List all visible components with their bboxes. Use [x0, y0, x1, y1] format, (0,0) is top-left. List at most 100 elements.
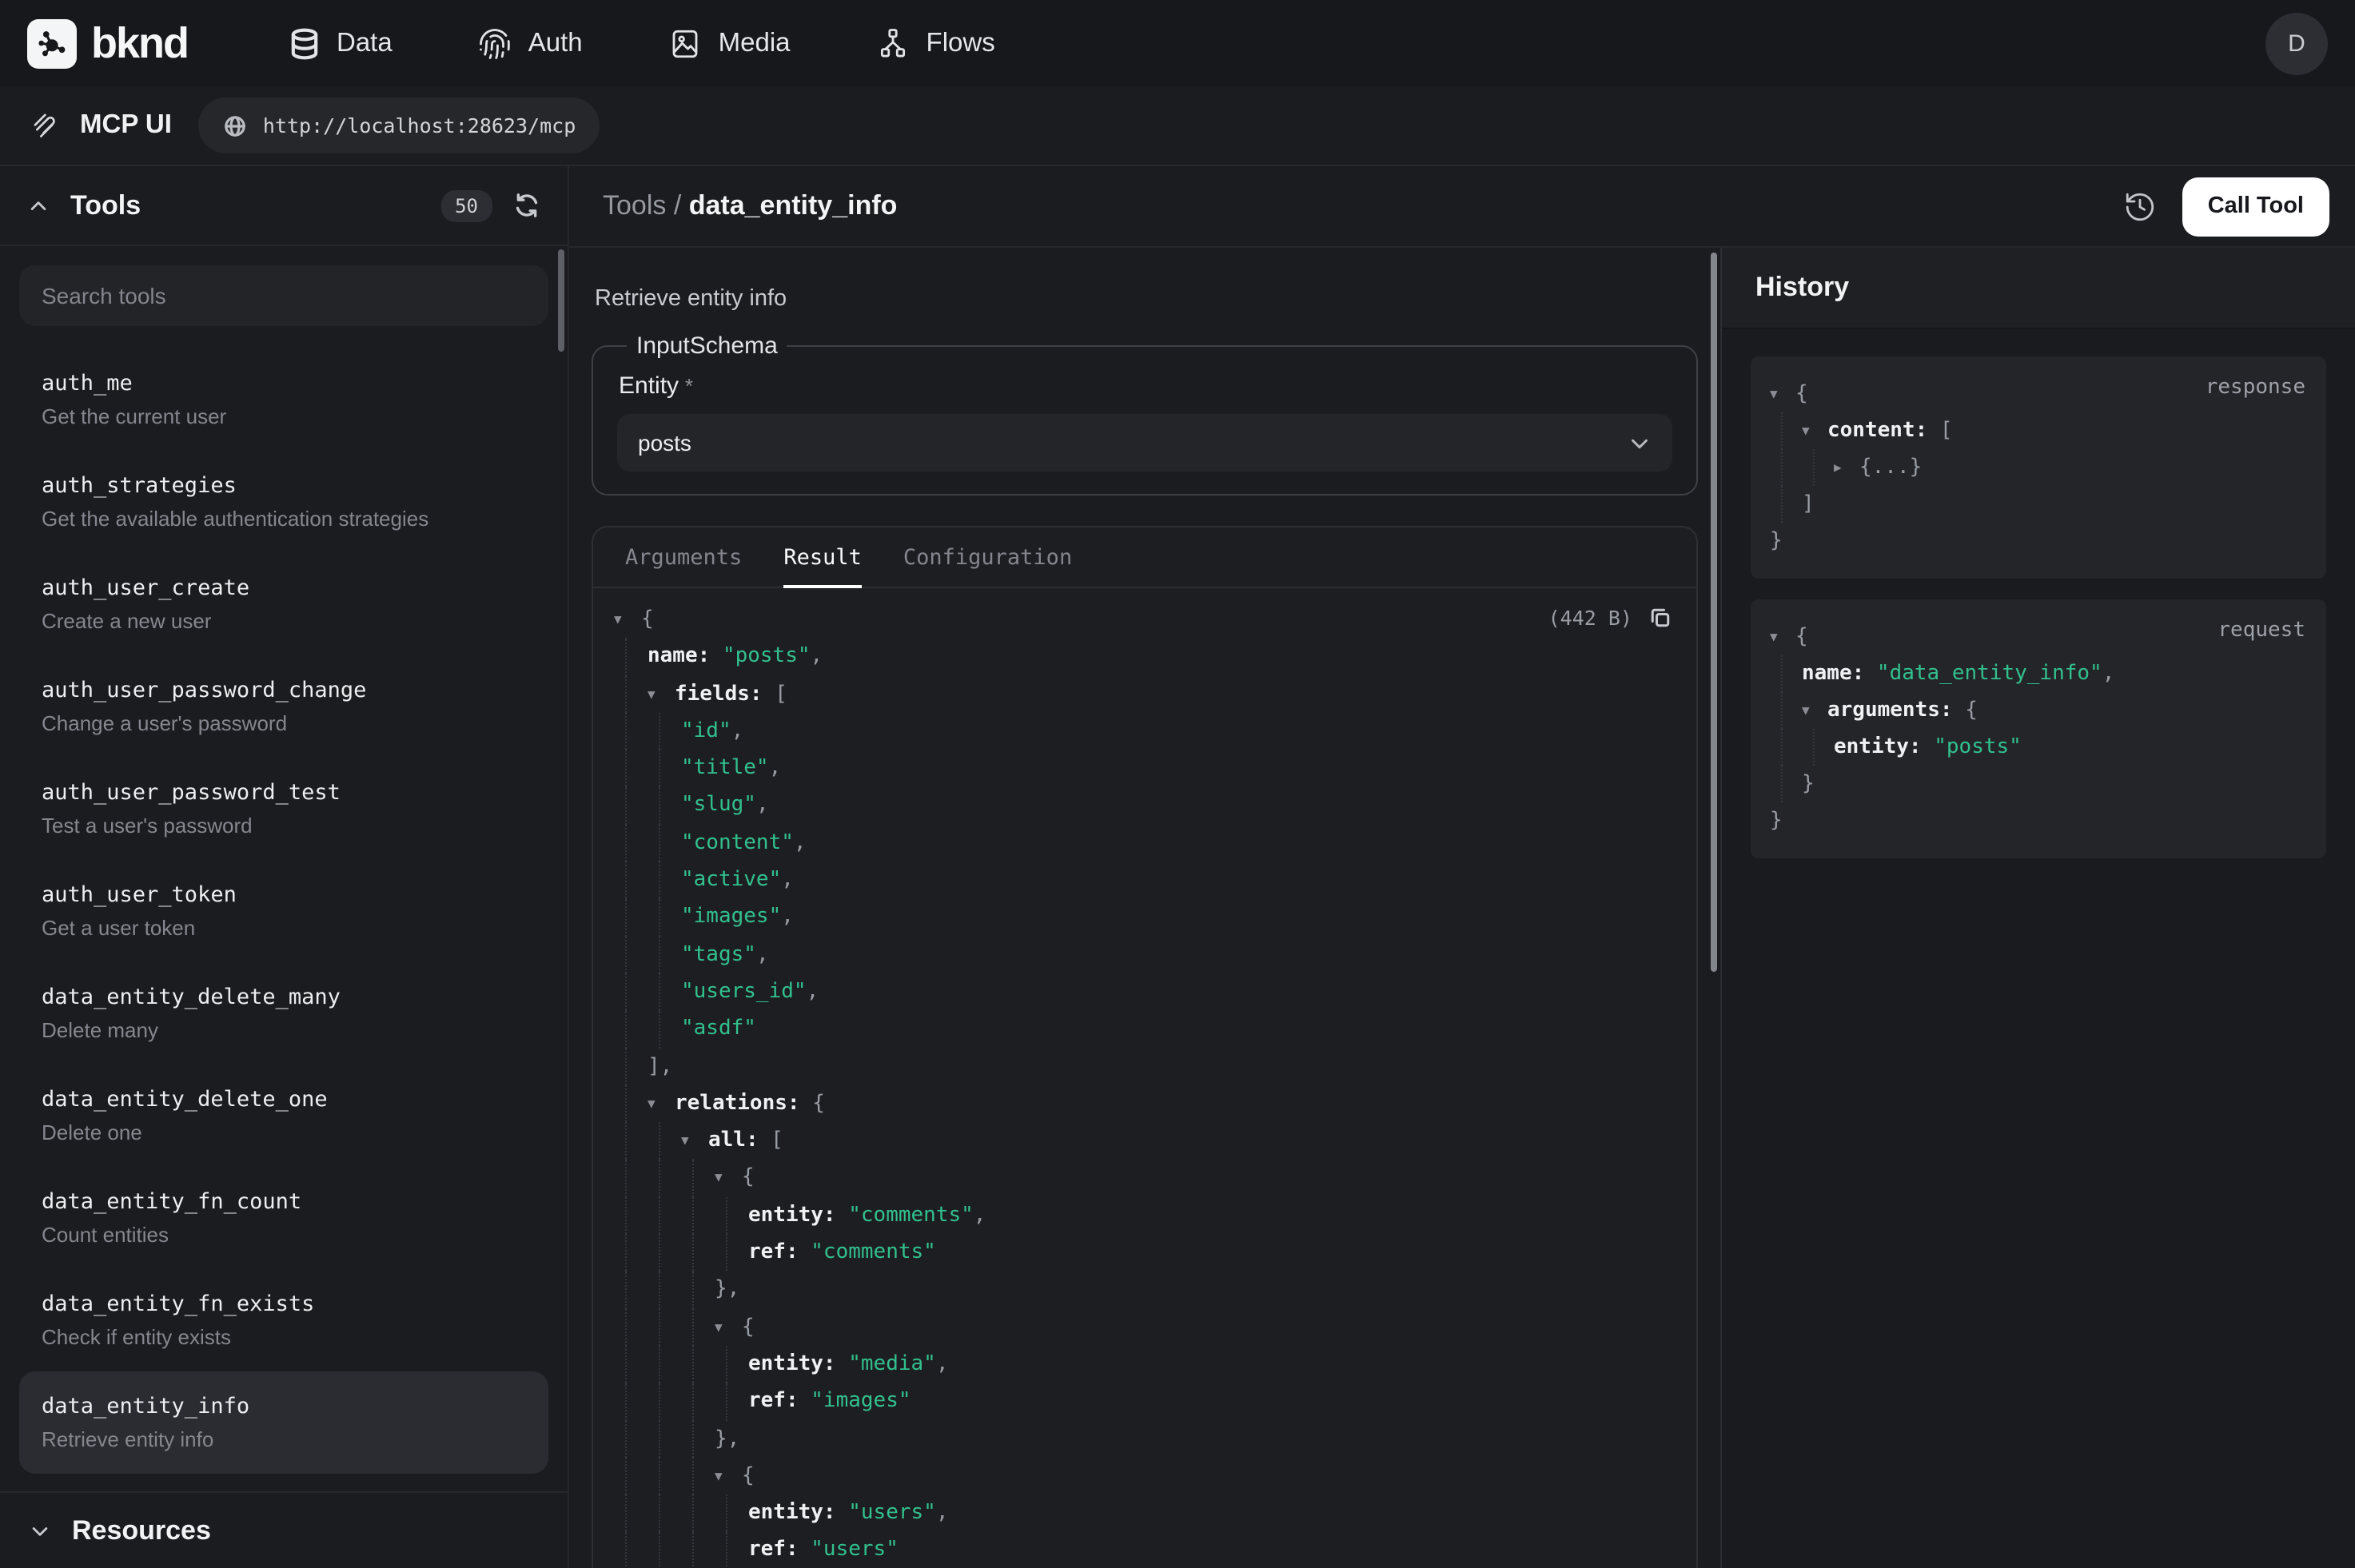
nav-item-auth[interactable]: Auth — [479, 26, 583, 60]
history-entry-response[interactable]: response▼{▼content: [▶{...}]} — [1751, 356, 2326, 579]
json-token: "users_id" — [681, 973, 807, 1011]
top-nav: bknd Data Auth Media — [0, 0, 2355, 86]
sidebar-scrollbar[interactable] — [558, 249, 564, 352]
indent-guide — [648, 1383, 681, 1420]
tool-name: data_entity_fn_count — [42, 1186, 526, 1218]
tool-list-item[interactable]: data_entity_delete_many Delete many — [19, 962, 548, 1065]
json-line: "tags", — [614, 936, 1674, 973]
tools-section-title: Tools — [70, 189, 420, 221]
tool-list-item[interactable]: data_entity_fn_count Count entities — [19, 1167, 548, 1269]
history-clock-icon[interactable] — [2123, 189, 2157, 223]
indent-guide — [614, 1272, 648, 1309]
json-token: ref: — [748, 1234, 799, 1272]
tools-section-header[interactable]: Tools 50 — [0, 166, 568, 246]
tool-description: Delete one — [42, 1119, 526, 1148]
nav-item-data[interactable]: Data — [287, 26, 392, 60]
json-line: "slug", — [614, 787, 1674, 825]
tab-configuration[interactable]: Configuration — [883, 527, 1093, 587]
json-line: "images", — [614, 899, 1674, 937]
copy-icon[interactable] — [1648, 606, 1672, 630]
database-icon — [287, 26, 321, 60]
collapse-toggle-icon[interactable]: ▼ — [614, 601, 641, 639]
json-token: , — [936, 1494, 949, 1532]
refresh-icon[interactable] — [513, 192, 540, 219]
collapse-toggle-icon[interactable]: ▼ — [1802, 692, 1827, 729]
collapse-toggle-icon[interactable]: ▼ — [715, 1458, 742, 1495]
history-entry-type-label: response — [2206, 376, 2305, 400]
main-scrollbar[interactable] — [1711, 253, 1717, 972]
indent-guide — [648, 973, 681, 1011]
tool-list: auth_me Get the current user auth_strate… — [0, 336, 568, 1491]
nav-item-media[interactable]: Media — [669, 26, 791, 60]
tool-detail-header: Tools / data_entity_info Call Tool — [569, 166, 2355, 248]
search-input[interactable] — [19, 265, 548, 326]
collapse-toggle-icon[interactable]: ▼ — [715, 1308, 742, 1346]
indent-guide — [614, 1494, 648, 1532]
indent-guide — [614, 1048, 648, 1085]
json-token: arguments: — [1827, 692, 1953, 729]
breadcrumb-section[interactable]: Tools — [603, 190, 666, 221]
indent-guide — [1770, 486, 1802, 523]
json-token: [ — [759, 1122, 783, 1160]
tools-search — [0, 246, 568, 336]
collapse-toggle-icon[interactable]: ▼ — [1802, 412, 1827, 449]
json-token: "content" — [681, 825, 794, 862]
workflow-icon — [877, 26, 911, 60]
collapse-toggle-icon[interactable]: ▼ — [1770, 376, 1795, 412]
indent-guide — [1770, 729, 1802, 766]
json-line: name: "data_entity_info", — [1770, 655, 2307, 692]
collapse-toggle-icon[interactable]: ▼ — [648, 675, 675, 713]
json-line: ▼all: [ — [614, 1122, 1674, 1160]
indent-guide — [681, 1308, 715, 1346]
resources-section-header[interactable]: Resources — [0, 1491, 568, 1568]
json-token: , — [811, 639, 823, 676]
json-line: ], — [614, 1048, 1674, 1085]
tool-list-item[interactable]: data_entity_delete_one Delete one — [19, 1065, 548, 1167]
nav-item-flows[interactable]: Flows — [877, 26, 995, 60]
indent-guide — [648, 899, 681, 937]
tool-list-item[interactable]: data_entity_fn_exists Check if entity ex… — [19, 1269, 548, 1371]
tool-list-item[interactable]: auth_user_token Get a user token — [19, 860, 548, 962]
tabs: Arguments Result Configuration — [593, 527, 1696, 588]
mcp-url-chip[interactable]: http://localhost:28623/mcp — [199, 98, 600, 153]
json-token: "title" — [681, 750, 769, 787]
tool-list-item[interactable]: auth_strategies Get the available authen… — [19, 451, 548, 553]
chevron-up-icon[interactable] — [27, 194, 50, 217]
json-token: entity: — [748, 1494, 836, 1532]
nav-label: Media — [719, 28, 791, 58]
collapse-toggle-icon[interactable]: ▼ — [715, 1160, 742, 1197]
mcp-title: MCP UI — [30, 109, 172, 141]
history-entry-request[interactable]: request▼{name: "data_entity_info",▼argum… — [1751, 599, 2326, 858]
indent-guide — [1802, 729, 1834, 766]
fingerprint-icon — [479, 26, 512, 60]
json-line: }, — [614, 1420, 1674, 1458]
tool-list-item[interactable]: auth_user_password_change Change a user'… — [19, 655, 548, 758]
tool-description: Change a user's password — [42, 710, 526, 738]
json-line: ▼{ — [614, 1458, 1674, 1495]
collapse-toggle-icon[interactable]: ▼ — [648, 1085, 675, 1123]
json-token: "id" — [681, 713, 731, 750]
tool-list-item[interactable]: auth_user_create Create a new user — [19, 553, 548, 655]
collapse-toggle-icon[interactable]: ▼ — [681, 1122, 708, 1160]
indent-guide — [1770, 692, 1802, 729]
json-token: { — [742, 1308, 755, 1346]
indent-guide — [614, 1160, 648, 1197]
tool-list-item[interactable]: auth_user_password_test Test a user's pa… — [19, 758, 548, 860]
chevron-down-icon — [29, 1520, 51, 1542]
tab-arguments[interactable]: Arguments — [604, 527, 763, 587]
tab-result[interactable]: Result — [763, 527, 883, 587]
brand-logo[interactable]: bknd — [27, 18, 188, 68]
json-token: "posts" — [710, 639, 810, 676]
tool-list-item[interactable]: auth_me Get the current user — [19, 348, 548, 451]
user-avatar[interactable]: D — [2265, 12, 2328, 74]
expand-toggle-icon[interactable]: ▶ — [1834, 449, 1859, 486]
tool-detail-panel: Retrieve entity info InputSchema Entity*… — [569, 248, 1722, 1568]
tool-list-item[interactable]: data_entity_info Retrieve entity info — [19, 1371, 548, 1474]
resources-section-title: Resources — [72, 1515, 211, 1547]
indent-guide — [648, 1160, 681, 1197]
entity-select[interactable]: posts — [617, 414, 1672, 472]
call-tool-button[interactable]: Call Tool — [2182, 177, 2329, 236]
collapse-toggle-icon[interactable]: ▼ — [1770, 619, 1795, 655]
required-mark: * — [685, 374, 693, 398]
tool-description: Get the available authentication strateg… — [42, 505, 526, 534]
